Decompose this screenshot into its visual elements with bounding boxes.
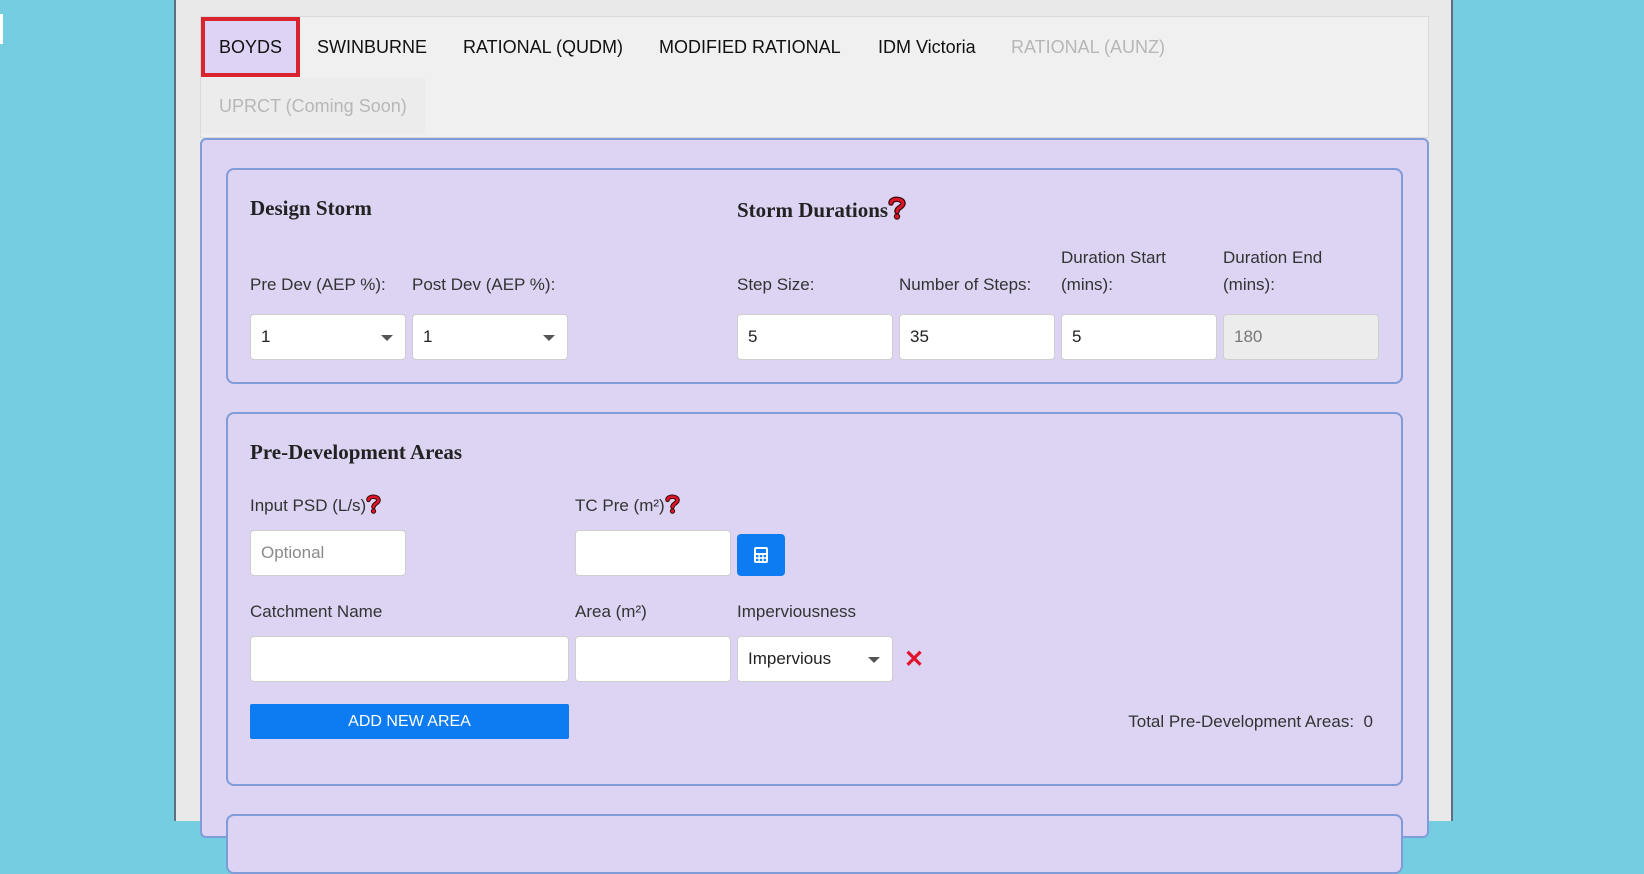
tab-uprct-coming-soon: UPRCT (Coming Soon) <box>201 78 425 134</box>
method-content-panel: Design Storm Storm Durations Pre Dev (AE… <box>200 138 1429 874</box>
step-size-input[interactable]: 5 <box>737 314 893 360</box>
imperviousness-select[interactable]: Impervious <box>737 636 893 682</box>
duration-start-label-line2: (mins): <box>1061 275 1113 294</box>
total-pre-development-areas-value: 0 <box>1363 712 1373 731</box>
next-section-card <box>226 814 1403 874</box>
add-new-area-button[interactable]: ADD NEW AREA <box>250 704 569 739</box>
area-label: Area (m²) <box>575 602 647 621</box>
storm-durations-title: Storm Durations <box>737 196 906 226</box>
input-psd-label-text: Input PSD (L/s) <box>250 496 367 515</box>
post-dev-aep-label: Post Dev (AEP %): <box>412 275 556 294</box>
catchment-name-input[interactable] <box>250 636 569 682</box>
tab-rational-qudm[interactable]: RATIONAL (QUDM) <box>445 20 641 74</box>
imperviousness-value: Impervious <box>748 649 832 668</box>
duration-end-label-line1: Duration End <box>1223 248 1323 267</box>
duration-start-label-line1: Duration Start <box>1061 248 1166 267</box>
tab-boyds[interactable]: BOYDS <box>201 17 301 77</box>
chevron-down-icon <box>543 335 555 341</box>
page-container: BOYDS SWINBURNE RATIONAL (QUDM) MODIFIED… <box>174 0 1453 874</box>
input-psd-label: Input PSD (L/s) <box>250 492 382 522</box>
chevron-down-icon <box>381 335 393 341</box>
chevron-down-icon <box>868 657 880 663</box>
pre-dev-aep-select[interactable]: 1 <box>250 314 406 360</box>
tab-swinburne[interactable]: SWINBURNE <box>299 20 445 74</box>
tc-pre-label-text: TC Pre (m²) <box>575 496 665 515</box>
number-of-steps-input[interactable]: 35 <box>899 314 1055 360</box>
pre-development-areas-title: Pre-Development Areas <box>250 440 463 464</box>
duration-end-label-line2: (mins): <box>1223 275 1275 294</box>
duration-end-label: Duration End (mins): <box>1223 244 1322 298</box>
tab-idm-victoria[interactable]: IDM Victoria <box>860 20 994 74</box>
tab-rational-aunz: RATIONAL (AUNZ) <box>1011 37 1166 57</box>
pre-dev-aep-label: Pre Dev (AEP %): <box>250 275 386 294</box>
calculator-button[interactable] <box>737 534 785 576</box>
input-psd-help-icon[interactable] <box>366 494 382 522</box>
tab-modified-rational[interactable]: MODIFIED RATIONAL <box>641 20 859 74</box>
tc-pre-label: TC Pre (m²) <box>575 492 680 522</box>
post-dev-aep-value: 1 <box>423 327 433 346</box>
storm-durations-help-icon[interactable] <box>888 196 906 226</box>
area-input[interactable] <box>575 636 731 682</box>
step-size-label: Step Size: <box>737 275 815 294</box>
tc-pre-input[interactable] <box>575 530 731 576</box>
tc-pre-help-icon[interactable] <box>664 494 680 522</box>
total-pre-development-areas-label: Total Pre-Development Areas: <box>1128 712 1355 731</box>
pre-development-areas-card: Pre-Development Areas Input PSD (L/s) TC… <box>226 412 1403 786</box>
catchment-name-label: Catchment Name <box>250 602 383 621</box>
method-tab-bar: BOYDS SWINBURNE RATIONAL (QUDM) MODIFIED… <box>200 16 1429 138</box>
pre-dev-aep-value: 1 <box>261 327 271 346</box>
number-of-steps-label: Number of Steps: <box>899 275 1032 294</box>
total-pre-development-areas: Total Pre-Development Areas: 0 <box>1128 708 1373 735</box>
left-edge-marker <box>0 14 3 44</box>
storm-durations-title-text: Storm Durations <box>737 198 889 222</box>
design-storm-title: Design Storm <box>250 196 372 220</box>
duration-start-input[interactable]: 5 <box>1061 314 1217 360</box>
imperviousness-label: Imperviousness <box>737 602 857 621</box>
post-dev-aep-select[interactable]: 1 <box>412 314 568 360</box>
duration-start-label: Duration Start (mins): <box>1061 244 1166 298</box>
remove-area-close-icon[interactable]: ✕ <box>904 648 924 672</box>
input-psd-field[interactable]: Optional <box>250 530 406 576</box>
design-storm-card: Design Storm Storm Durations Pre Dev (AE… <box>226 168 1403 384</box>
calculator-icon <box>754 547 768 563</box>
duration-end-input: 180 <box>1223 314 1379 360</box>
